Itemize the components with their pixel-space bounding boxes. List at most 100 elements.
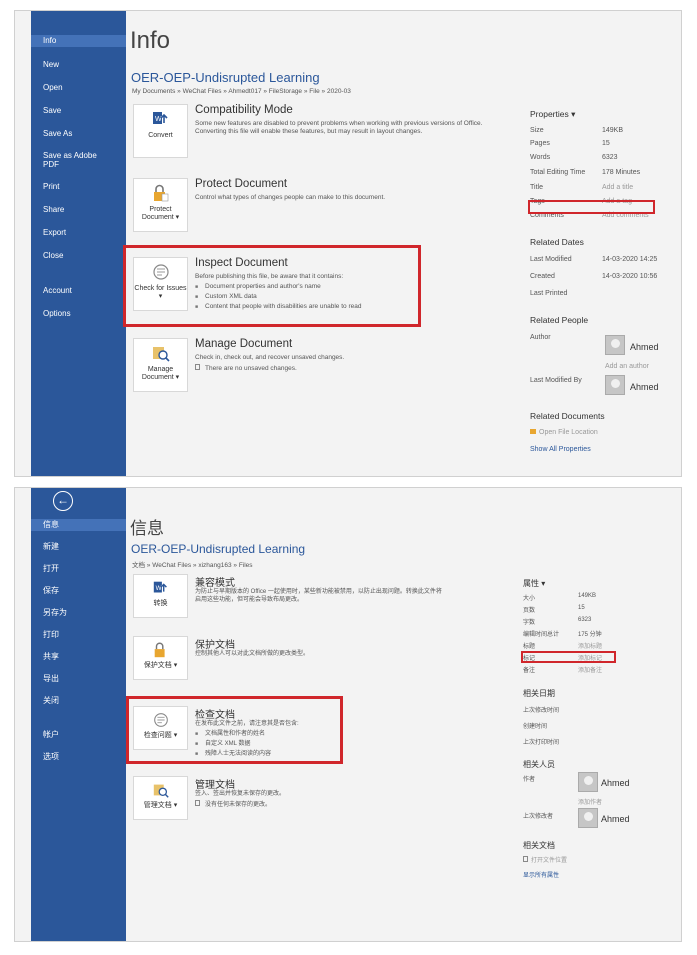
- last-modified-label: Last Modified: [530, 256, 572, 263]
- protect-document-button[interactable]: 保护文档 ▾: [133, 636, 188, 680]
- nav-info[interactable]: Info: [31, 35, 126, 47]
- add-author-field[interactable]: Add an author: [605, 363, 649, 370]
- document-path[interactable]: 文档 » WeChat Files » xizhang163 » Files: [132, 559, 253, 569]
- convert-button[interactable]: W 转换: [133, 574, 188, 618]
- manage-label: Manage Document ▾: [141, 366, 180, 381]
- properties-header[interactable]: Properties ▾: [530, 109, 575, 120]
- document-path[interactable]: My Documents » WeChat Files » Ahmedt017 …: [132, 88, 351, 95]
- pages-value: 15: [602, 140, 610, 147]
- comments-field[interactable]: 添加备注: [578, 665, 602, 674]
- manage-note-text: There are no unsaved changes.: [205, 365, 297, 372]
- author-label: 作者: [523, 777, 536, 783]
- compatibility-desc: Some new features are disabled to preven…: [195, 120, 483, 135]
- back-arrow-icon[interactable]: ←: [53, 491, 73, 511]
- words-value: 6323: [602, 154, 618, 161]
- last-modified-by-avatar: [578, 808, 598, 828]
- last-modified-by-label: 上次修改者: [523, 814, 554, 820]
- nav-export[interactable]: Export: [31, 227, 126, 239]
- words-label: 字数: [523, 620, 536, 626]
- manage-document-button[interactable]: 管理文档 ▾: [133, 776, 188, 820]
- manage-note-text: 没有任何未保存的更改。: [205, 802, 272, 808]
- size-value: 149KB: [602, 127, 624, 134]
- manage-label: 管理文档 ▾: [143, 802, 178, 809]
- nav-options[interactable]: Options: [31, 308, 126, 320]
- pages-label: 页数: [523, 608, 536, 614]
- nav-new[interactable]: 新建: [31, 541, 126, 553]
- convert-label: 转换: [153, 600, 168, 607]
- convert-icon: W: [153, 581, 167, 593]
- show-all-properties-link[interactable]: Show All Properties: [530, 446, 591, 453]
- nav-save[interactable]: 保存: [31, 585, 126, 597]
- created-label: Created: [530, 273, 555, 280]
- pages-label: Pages: [530, 140, 550, 147]
- nav-share[interactable]: 共享: [31, 651, 126, 663]
- protect-desc: Control what types of changes people can…: [195, 194, 386, 201]
- last-modified-value: 14-03-2020 14:25: [602, 256, 658, 263]
- author-name[interactable]: Ahmed: [601, 778, 630, 788]
- show-all-properties-link[interactable]: 显示所有属性: [523, 870, 559, 879]
- title-field[interactable]: 添加标题: [578, 641, 602, 650]
- nav-account[interactable]: 帐户: [31, 729, 126, 741]
- manage-document-button[interactable]: Manage Document ▾: [133, 338, 188, 392]
- doc-icon: [195, 364, 200, 370]
- last-modified-by-name[interactable]: Ahmed: [601, 814, 630, 824]
- protect-section: Protect Document ▾ Protect Document Cont…: [133, 178, 513, 234]
- nav-account[interactable]: Account: [31, 285, 126, 297]
- nav-new[interactable]: New: [31, 59, 126, 71]
- convert-button[interactable]: W Convert: [133, 104, 188, 158]
- nav-save[interactable]: Save: [31, 105, 126, 117]
- open-file-location-link[interactable]: 打开文件位置: [523, 855, 567, 864]
- add-author-field[interactable]: 添加作者: [578, 797, 602, 806]
- editing-time-label: 编辑时间总计: [523, 632, 560, 638]
- protect-document-button[interactable]: Protect Document ▾: [133, 178, 188, 232]
- editing-time-value: 175 分钟: [578, 632, 602, 638]
- nav-share[interactable]: Share: [31, 204, 126, 216]
- folder-icon: [530, 429, 536, 434]
- nav-save-as[interactable]: Save As: [31, 128, 126, 140]
- title-field[interactable]: Add a title: [602, 184, 633, 191]
- created-label: 创建时间: [523, 724, 548, 730]
- manage-section: Manage Document ▾ Manage Document Check …: [133, 338, 513, 394]
- lock-icon: [153, 184, 168, 202]
- nav-export[interactable]: 导出: [31, 673, 126, 685]
- size-label: Size: [530, 127, 544, 134]
- open-file-location-link[interactable]: Open File Location: [530, 429, 598, 436]
- last-modified-by-label: Last Modified By: [530, 377, 582, 384]
- tags-highlight-box: [528, 200, 655, 214]
- page-title: 信息: [130, 519, 164, 538]
- nav-close[interactable]: Close: [31, 250, 126, 262]
- pages-value: 15: [578, 605, 585, 611]
- english-info-panel: Info New Open Save Save As Save as Adobe…: [14, 10, 682, 477]
- last-printed-label: 上次打印时间: [523, 740, 560, 746]
- manage-icon: [153, 784, 169, 798]
- open-file-location-label: 打开文件位置: [531, 858, 568, 864]
- protect-title: 保护文档: [195, 640, 235, 651]
- backstage-sidebar: ← 信息 新建 打开 保存 另存为 打印 共享 导出 关闭 帐户 选项: [31, 488, 126, 941]
- highlight-box: [126, 696, 343, 764]
- related-people-header: 相关人员: [523, 760, 555, 769]
- nav-info[interactable]: 信息: [31, 519, 126, 531]
- manage-note: 没有任何未保存的更改。: [195, 800, 495, 809]
- editing-time-label: Total Editing Time: [530, 169, 586, 176]
- nav-save-as-pdf[interactable]: Save as Adobe PDF: [31, 151, 101, 169]
- related-documents-header: Related Documents: [530, 411, 605, 421]
- words-value: 6323: [578, 617, 592, 623]
- properties-header[interactable]: 属性 ▾: [523, 578, 545, 589]
- nav-print[interactable]: 打印: [31, 629, 126, 641]
- nav-options[interactable]: 选项: [31, 751, 126, 763]
- manage-section: 管理文档 ▾ 管理文档 签入、签出并恢复未保存的更改。 没有任何未保存的更改。: [133, 776, 513, 832]
- nav-open[interactable]: Open: [31, 82, 126, 94]
- author-name[interactable]: Ahmed: [630, 342, 659, 352]
- convert-icon: W: [152, 112, 168, 124]
- manage-title: Manage Document: [195, 338, 293, 350]
- backstage-sidebar: Info New Open Save Save As Save as Adobe…: [31, 11, 126, 476]
- compatibility-title: Compatibility Mode: [195, 104, 293, 116]
- doc-icon: [195, 800, 200, 806]
- last-modified-by-name[interactable]: Ahmed: [630, 382, 659, 392]
- nav-open[interactable]: 打开: [31, 563, 126, 575]
- nav-print[interactable]: Print: [31, 181, 126, 193]
- nav-close[interactable]: 关闭: [31, 695, 126, 707]
- nav-save-as[interactable]: 另存为: [31, 607, 126, 619]
- manage-desc: 签入、签出并恢复未保存的更改。 没有任何未保存的更改。: [195, 790, 495, 809]
- protect-label: Protect Document ▾: [141, 206, 180, 221]
